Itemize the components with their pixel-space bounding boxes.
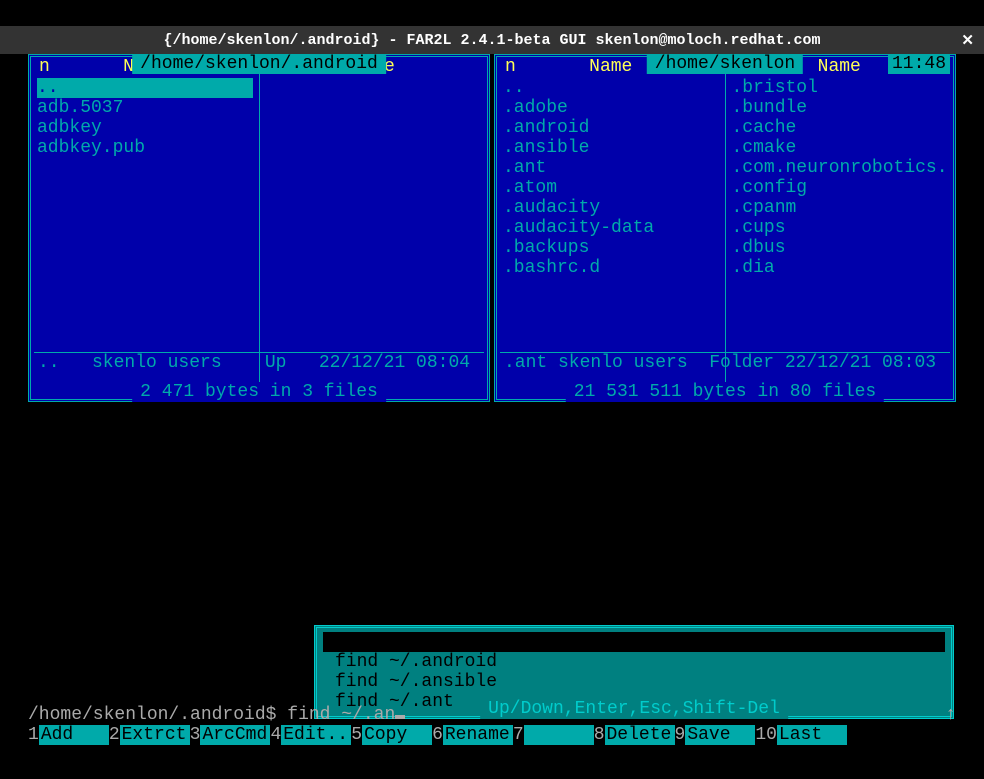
right-panel[interactable]: /home/skenlon 11:48 n Name ...adobe.andro… (494, 54, 956, 402)
fkey-3[interactable]: 3ArcCmd (190, 725, 271, 745)
fkey-7[interactable]: 7 (513, 725, 594, 745)
fkey-label: Last (777, 725, 847, 745)
col-name-header: Name (589, 57, 632, 77)
file-item[interactable]: .audacity (503, 198, 719, 218)
fkey-label: Add (39, 725, 109, 745)
left-panel-path[interactable]: /home/skenlon/.android (132, 54, 386, 74)
fkey-number: 8 (594, 725, 605, 745)
left-file-list-1[interactable]: ..adb.5037adbkeyadbkey.pub (31, 78, 259, 158)
file-item[interactable]: .cups (732, 218, 948, 238)
file-item[interactable]: .bundle (732, 98, 948, 118)
fkey-2[interactable]: 2Extrct (109, 725, 190, 745)
file-item[interactable]: .com.neuronrobotics.} (732, 158, 948, 178)
prompt-command: find ~/.an (287, 705, 395, 725)
fkey-number: 4 (270, 725, 281, 745)
fkey-number: 1 (28, 725, 39, 745)
file-item[interactable]: .ant (503, 158, 719, 178)
right-file-list-2[interactable]: .bristol.bundle.cache.cmake.com.neuronro… (726, 78, 954, 278)
scroll-up-icon[interactable]: ↑ (945, 705, 956, 725)
left-panel-status: .. skenlo users Up 22/12/21 08:04 (34, 352, 484, 373)
command-prompt[interactable]: /home/skenlon/.android$ find ~/.an ↑ (28, 705, 956, 725)
window-titlebar: {/home/skenlon/.android} - FAR2L 2.4.1-b… (0, 26, 984, 54)
fkey-4[interactable]: 4Edit.. (270, 725, 351, 745)
function-key-bar: 1Add 2Extrct3ArcCmd4Edit..5Copy 6Rename7… (28, 725, 956, 745)
file-item[interactable]: adb.5037 (37, 98, 253, 118)
fkey-label: Extrct (120, 725, 190, 745)
prompt-path: /home/skenlon/.android$ (28, 705, 276, 725)
fkey-label: Copy (362, 725, 432, 745)
right-panel-status: .ant skenlo users Folder 22/12/21 08:03 (500, 352, 950, 373)
file-item[interactable]: adbkey.pub (37, 138, 253, 158)
fkey-label: Delete (605, 725, 675, 745)
fkey-number: 5 (351, 725, 362, 745)
fkey-number: 9 (675, 725, 686, 745)
file-item[interactable]: .bristol (732, 78, 948, 98)
close-icon[interactable]: ✕ (961, 31, 974, 50)
file-item[interactable]: .adobe (503, 98, 719, 118)
file-item[interactable]: .config (732, 178, 948, 198)
fkey-label: Edit.. (281, 725, 351, 745)
fkey-number: 2 (109, 725, 120, 745)
file-item[interactable]: .dbus (732, 238, 948, 258)
clock: 11:48 (888, 54, 950, 74)
fkey-8[interactable]: 8Delete (594, 725, 675, 745)
fkey-label: ArcCmd (200, 725, 270, 745)
file-item[interactable]: .. (503, 78, 719, 98)
file-item[interactable]: .. (37, 78, 253, 98)
left-panel-summary: 2 471 bytes in 3 files (132, 382, 386, 402)
col-n-header: n (39, 57, 50, 77)
history-item[interactable] (323, 632, 945, 652)
fkey-number: 10 (755, 725, 777, 745)
history-item[interactable]: find ~/.ansible (323, 672, 945, 692)
fkey-10[interactable]: 10Last (755, 725, 847, 745)
file-item[interactable]: .backups (503, 238, 719, 258)
file-item[interactable]: .dia (732, 258, 948, 278)
file-item[interactable]: .android (503, 118, 719, 138)
fkey-9[interactable]: 9Save (675, 725, 756, 745)
file-item[interactable]: .cache (732, 118, 948, 138)
col-n-header: n (505, 57, 516, 77)
file-item[interactable]: .audacity-data (503, 218, 719, 238)
fkey-6[interactable]: 6Rename (432, 725, 513, 745)
file-item[interactable]: .cpanm (732, 198, 948, 218)
fkey-label: Save (685, 725, 755, 745)
file-item[interactable]: .cmake (732, 138, 948, 158)
file-item[interactable]: .ansible (503, 138, 719, 158)
file-item[interactable]: adbkey (37, 118, 253, 138)
window-title: {/home/skenlon/.android} - FAR2L 2.4.1-b… (163, 32, 820, 49)
right-panel-summary: 21 531 511 bytes in 80 files (566, 382, 884, 402)
fkey-label: Rename (443, 725, 513, 745)
col-name-header: Name (818, 57, 861, 77)
history-item[interactable]: find ~/.android (323, 652, 945, 672)
cursor (395, 715, 405, 719)
right-panel-path[interactable]: /home/skenlon (647, 54, 803, 74)
fkey-1[interactable]: 1Add (28, 725, 109, 745)
left-panel[interactable]: /home/skenlon/.android nName ..adb.5037a… (28, 54, 490, 402)
right-file-list-1[interactable]: ...adobe.android.ansible.ant.atom.audaci… (497, 78, 725, 278)
file-item[interactable]: .atom (503, 178, 719, 198)
file-item[interactable]: .bashrc.d (503, 258, 719, 278)
fkey-label (524, 725, 594, 745)
fkey-number: 7 (513, 725, 524, 745)
fkey-number: 3 (190, 725, 201, 745)
fkey-number: 6 (432, 725, 443, 745)
fkey-5[interactable]: 5Copy (351, 725, 432, 745)
